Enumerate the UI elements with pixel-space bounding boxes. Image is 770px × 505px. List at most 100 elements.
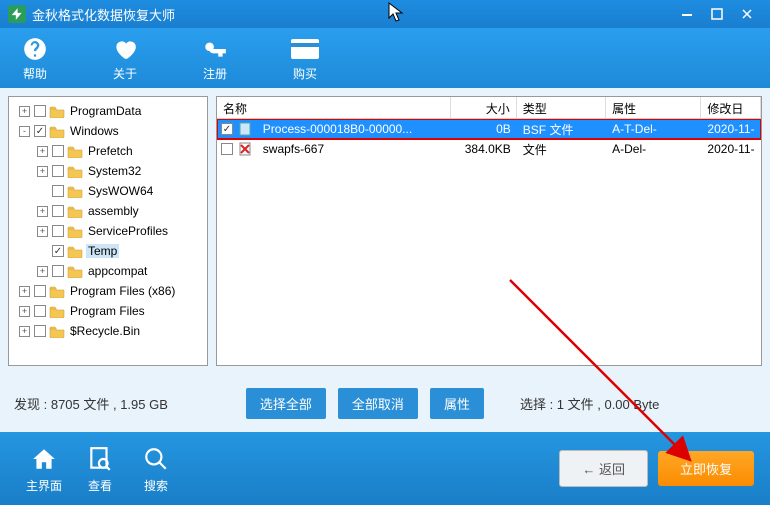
tree-item[interactable]: + assembly xyxy=(11,201,205,221)
tree-checkbox[interactable] xyxy=(52,185,64,197)
close-button[interactable] xyxy=(732,4,762,24)
app-logo xyxy=(8,5,26,23)
tree-checkbox[interactable]: ✓ xyxy=(34,125,46,137)
tree-checkbox[interactable] xyxy=(52,165,64,177)
cell-size: 0B xyxy=(451,122,517,136)
tree-checkbox[interactable] xyxy=(34,325,46,337)
tree-toggle[interactable]: + xyxy=(37,226,48,237)
tree-toggle[interactable]: + xyxy=(19,306,30,317)
tree-toggle[interactable]: + xyxy=(19,286,30,297)
tree-checkbox[interactable] xyxy=(34,105,46,117)
tree-label: Temp xyxy=(86,244,119,258)
tree-label: $Recycle.Bin xyxy=(68,324,142,338)
tree-checkbox[interactable] xyxy=(52,225,64,237)
tree-label: Prefetch xyxy=(86,144,135,158)
tree-item[interactable]: + Program Files (x86) xyxy=(11,281,205,301)
tree-item[interactable]: SysWOW64 xyxy=(11,181,205,201)
tree-toggle[interactable]: + xyxy=(37,146,48,157)
list-row[interactable]: ✓ Process-000018B0-00000...0BBSF 文件A-T-De… xyxy=(217,119,761,139)
col-name[interactable]: 名称 xyxy=(217,97,451,118)
home-icon xyxy=(31,444,57,474)
select-all-button[interactable]: 选择全部 xyxy=(246,388,326,419)
tree-label: Windows xyxy=(68,124,121,138)
list-row[interactable]: swapfs-667384.0KB文件A-Del-2020-11- xyxy=(217,139,761,159)
found-label: 发现 : 8705 文件 , 1.95 GB xyxy=(14,394,168,413)
back-button[interactable]: ← 返回 xyxy=(559,450,648,487)
selected-label: 选择 : 1 文件 , 0.00 Byte xyxy=(520,394,659,413)
about-label: 关于 xyxy=(113,65,137,82)
tree-item[interactable]: +System32 xyxy=(11,161,205,181)
cell-date: 2020-11- xyxy=(701,142,761,156)
register-label: 注册 xyxy=(203,65,227,82)
cell-type: 文件 xyxy=(517,141,606,158)
help-icon xyxy=(22,35,48,63)
tree-checkbox[interactable] xyxy=(52,205,64,217)
tree-toggle[interactable]: + xyxy=(19,106,30,117)
tree-label: assembly xyxy=(86,204,141,218)
row-checkbox[interactable]: ✓ xyxy=(221,123,233,135)
tree-item[interactable]: ✓ Temp xyxy=(11,241,205,261)
row-checkbox[interactable] xyxy=(221,143,233,155)
cell-attr: A-Del- xyxy=(606,142,701,156)
col-attr[interactable]: 属性 xyxy=(606,97,701,118)
tree-checkbox[interactable] xyxy=(34,285,46,297)
tree-item[interactable]: + Program Files xyxy=(11,301,205,321)
main-area: +ProgramData-✓Windows+Prefetch+System32S… xyxy=(0,88,770,374)
tree-toggle[interactable]: + xyxy=(37,166,48,177)
tree-label: ServiceProfiles xyxy=(86,224,170,238)
cell-attr: A-T-Del- xyxy=(606,122,701,136)
cell-name: swapfs-667 xyxy=(257,142,451,156)
tree-item[interactable]: +ProgramData xyxy=(11,101,205,121)
maximize-button[interactable] xyxy=(702,4,732,24)
cell-name: Process-000018B0-00000... xyxy=(257,122,451,136)
search-icon xyxy=(143,444,169,474)
file-list: 名称 大小 类型 属性 修改日期 ✓ Process-000018B0-00000… xyxy=(216,96,762,366)
tree-item[interactable]: + Prefetch xyxy=(11,141,205,161)
tree-label: Program Files (x86) xyxy=(68,284,177,298)
tree-item[interactable]: -✓ Windows xyxy=(11,121,205,141)
tree-label: appcompat xyxy=(86,264,149,278)
file-icon xyxy=(237,122,253,136)
folder-tree[interactable]: +ProgramData-✓Windows+Prefetch+System32S… xyxy=(8,96,208,366)
col-date[interactable]: 修改日期 xyxy=(701,97,761,118)
heart-icon xyxy=(112,35,138,63)
footer: 主界面 查看 搜索 ← 返回 立即恢复 xyxy=(0,432,770,505)
cell-type: BSF 文件 xyxy=(517,121,606,138)
register-button[interactable]: 注册 xyxy=(190,35,240,82)
search-button[interactable]: 搜索 xyxy=(128,444,184,494)
card-icon xyxy=(290,35,320,63)
tree-label: Program Files xyxy=(68,304,147,318)
tree-checkbox[interactable]: ✓ xyxy=(52,245,64,257)
key-icon xyxy=(202,35,228,63)
cell-date: 2020-11- xyxy=(701,122,761,136)
properties-button[interactable]: 属性 xyxy=(430,388,484,419)
tree-checkbox[interactable] xyxy=(52,265,64,277)
help-button[interactable]: 帮助 xyxy=(10,35,60,82)
list-body[interactable]: ✓ Process-000018B0-00000...0BBSF 文件A-T-De… xyxy=(217,119,761,365)
tree-label: SysWOW64 xyxy=(86,184,155,198)
col-size[interactable]: 大小 xyxy=(451,97,517,118)
tree-item[interactable]: + $Recycle.Bin xyxy=(11,321,205,341)
recover-button[interactable]: 立即恢复 xyxy=(658,451,754,486)
tree-toggle[interactable]: + xyxy=(37,266,48,277)
minimize-button[interactable] xyxy=(672,4,702,24)
help-label: 帮助 xyxy=(23,65,47,82)
col-type[interactable]: 类型 xyxy=(517,97,606,118)
top-toolbar: 帮助 关于 注册 购买 xyxy=(0,28,770,88)
tree-toggle[interactable]: + xyxy=(19,326,30,337)
tree-toggle[interactable]: + xyxy=(37,206,48,217)
tree-checkbox[interactable] xyxy=(52,145,64,157)
tree-item[interactable]: + ServiceProfiles xyxy=(11,221,205,241)
buy-button[interactable]: 购买 xyxy=(280,35,330,82)
tree-toggle[interactable]: - xyxy=(19,126,30,137)
tree-item[interactable]: + appcompat xyxy=(11,261,205,281)
document-search-icon xyxy=(87,444,113,474)
deselect-all-button[interactable]: 全部取消 xyxy=(338,388,418,419)
app-title: 金秋格式化数据恢复大师 xyxy=(32,5,175,24)
home-button[interactable]: 主界面 xyxy=(16,444,72,494)
about-button[interactable]: 关于 xyxy=(100,35,150,82)
list-header: 名称 大小 类型 属性 修改日期 xyxy=(217,97,761,119)
tree-checkbox[interactable] xyxy=(34,305,46,317)
view-button[interactable]: 查看 xyxy=(72,444,128,494)
titlebar: 金秋格式化数据恢复大师 xyxy=(0,0,770,28)
